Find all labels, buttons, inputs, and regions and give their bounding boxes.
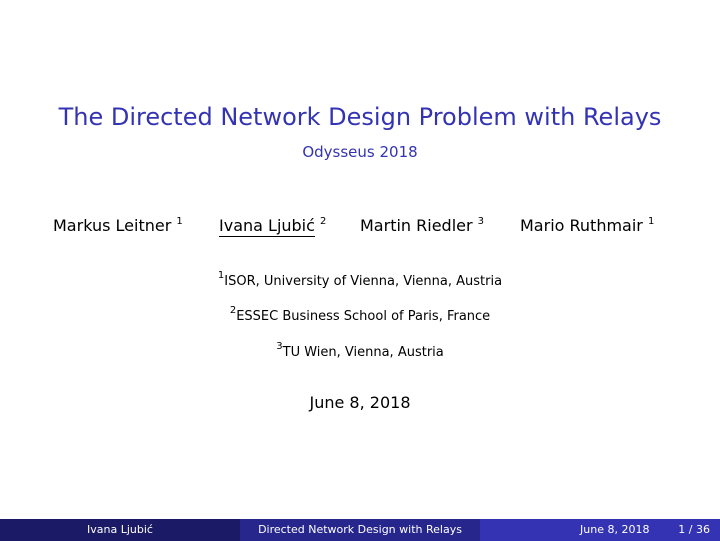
author-name: Ivana Ljubić <box>219 216 315 237</box>
author-1: Markus Leitner 1 <box>53 215 183 240</box>
affiliation-text: TU Wien, Vienna, Austria <box>282 345 444 360</box>
author-affiliation-mark: 1 <box>176 216 183 227</box>
affiliation-text: ISOR, University of Vienna, Vienna, Aust… <box>224 274 503 289</box>
slide-title: The Directed Network Design Problem with… <box>58 103 662 131</box>
presentation-date: June 8, 2018 <box>309 393 411 412</box>
footer-info: June 8, 2018 1 / 36 <box>480 519 720 541</box>
affiliation-mark: 2 <box>229 305 237 316</box>
author-affiliation-mark: 2 <box>320 216 327 227</box>
affiliation-1: 1ISOR, University of Vienna, Vienna, Aus… <box>0 270 720 292</box>
affiliation-2: 2ESSEC Business School of Paris, France <box>0 305 720 327</box>
affiliation-text: ESSEC Business School of Paris, France <box>236 309 491 324</box>
page-number: 1 / 36 <box>678 523 710 536</box>
author-name: Martin Riedler <box>360 216 473 235</box>
author-name: Markus Leitner <box>53 216 172 235</box>
affiliation-mark: 3 <box>276 341 283 352</box>
affiliation-3: 3TU Wien, Vienna, Austria <box>0 341 720 363</box>
author-name: Mario Ruthmair <box>520 216 643 235</box>
author-2-presenter: Ivana Ljubić 2 <box>219 215 326 240</box>
author-affiliation-mark: 3 <box>477 216 485 227</box>
slide-subtitle: Odysseus 2018 <box>302 143 418 161</box>
author-3: Martin Riedler 3 <box>360 215 484 240</box>
footer-short-title: Directed Network Design with Relays <box>240 519 480 541</box>
footer-date: June 8, 2018 <box>580 523 650 536</box>
author-affiliation-mark: 1 <box>647 216 655 227</box>
footer-bar: Ivana Ljubić Directed Network Design wit… <box>0 519 720 541</box>
footer-author: Ivana Ljubić <box>0 519 240 541</box>
author-4: Mario Ruthmair 1 <box>520 215 654 240</box>
affiliation-mark: 1 <box>217 270 225 281</box>
